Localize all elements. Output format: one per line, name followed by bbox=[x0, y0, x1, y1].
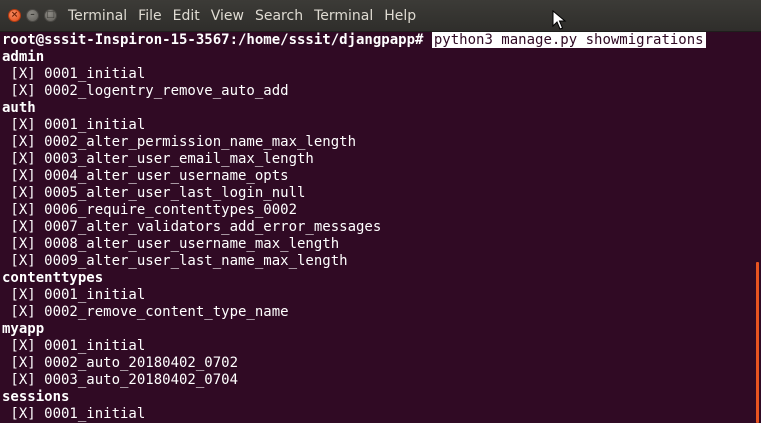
minimize-button[interactable]: – bbox=[26, 9, 39, 22]
menubar: Terminal File Edit View Search Terminal … bbox=[68, 8, 427, 24]
migration-entry: [X] 0007_alter_validators_add_error_mess… bbox=[2, 219, 382, 235]
menu-file[interactable]: File bbox=[138, 8, 161, 24]
migration-entry: [X] 0008_alter_user_username_max_length bbox=[2, 236, 340, 252]
migration-entry: [X] 0004_alter_user_username_opts bbox=[2, 168, 289, 184]
menu-help[interactable]: Help bbox=[384, 8, 416, 24]
migration-entry: [X] 0002_auto_20180402_0702 bbox=[2, 355, 239, 371]
close-button[interactable]: × bbox=[8, 9, 21, 22]
app-heading: sessions bbox=[2, 389, 70, 405]
app-heading: contenttypes bbox=[2, 270, 104, 286]
migration-entry: [X] 0002_remove_content_type_name bbox=[2, 304, 289, 320]
prompt-text: root@sssit-Inspiron-15-3567:/home/sssit/… bbox=[2, 32, 432, 48]
menu-edit[interactable]: Edit bbox=[173, 8, 200, 24]
migration-entry: [X] 0002_alter_permission_name_max_lengt… bbox=[2, 134, 357, 150]
prompt-line: root@sssit-Inspiron-15-3567:/home/sssit/… bbox=[0, 32, 754, 49]
menu-terminal[interactable]: Terminal bbox=[314, 8, 373, 24]
migration-entry: [X] 0002_logentry_remove_auto_add bbox=[2, 83, 289, 99]
migration-entry: [X] 0001_initial bbox=[2, 338, 146, 354]
command-text: python3 manage.py showmigrations bbox=[431, 32, 706, 48]
output-lines: admin [X] 0001_initial [X] 0002_logentry… bbox=[0, 49, 754, 423]
mouse-pointer-icon bbox=[552, 10, 567, 30]
minimize-icon: – bbox=[30, 10, 35, 20]
app-title: Terminal bbox=[68, 7, 128, 24]
migration-entry: [X] 0001_initial bbox=[2, 287, 146, 303]
window-titlebar: × – □ Terminal File Edit View Search Ter… bbox=[0, 0, 761, 32]
app-heading: auth bbox=[2, 100, 36, 116]
migration-entry: [X] 0003_alter_user_email_max_length bbox=[2, 151, 314, 167]
scrollbar[interactable] bbox=[756, 262, 759, 423]
migration-entry: [X] 0003_auto_20180402_0704 bbox=[2, 372, 239, 388]
migration-entry: [X] 0001_initial bbox=[2, 66, 146, 82]
menu-search[interactable]: Search bbox=[255, 8, 303, 24]
app-heading: admin bbox=[2, 49, 45, 65]
maximize-button[interactable]: □ bbox=[44, 9, 57, 22]
migration-entry: [X] 0006_require_contenttypes_0002 bbox=[2, 202, 298, 218]
menu-view[interactable]: View bbox=[211, 8, 244, 24]
close-icon: × bbox=[10, 10, 19, 20]
maximize-icon: □ bbox=[46, 10, 55, 20]
migration-entry: [X] 0005_alter_user_last_login_null bbox=[2, 185, 306, 201]
app-heading: myapp bbox=[2, 321, 45, 337]
migration-entry: [X] 0001_initial bbox=[2, 406, 146, 422]
terminal-output[interactable]: root@sssit-Inspiron-15-3567:/home/sssit/… bbox=[0, 32, 754, 423]
window-controls: × – □ bbox=[8, 9, 62, 22]
migration-entry: [X] 0001_initial bbox=[2, 117, 146, 133]
migration-entry: [X] 0009_alter_user_last_name_max_length bbox=[2, 253, 348, 269]
